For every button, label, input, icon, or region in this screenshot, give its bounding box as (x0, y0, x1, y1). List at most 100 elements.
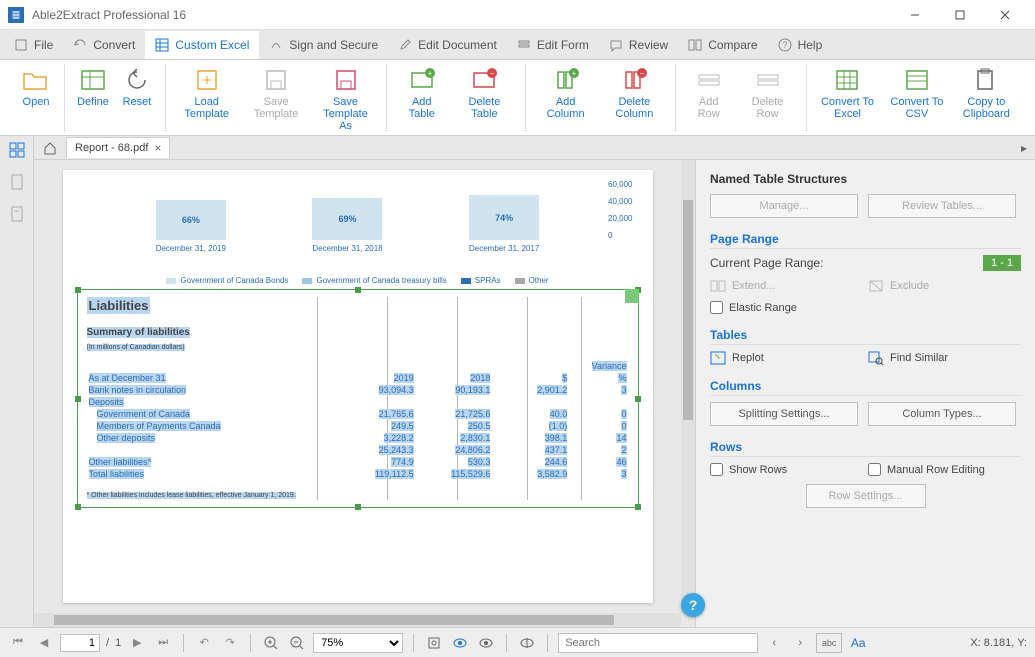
extend-button[interactable]: Extend... (710, 279, 858, 293)
svg-text:+: + (427, 69, 432, 78)
copy-clipboard-button[interactable]: Copy to Clipboard (952, 64, 1021, 122)
side-panel: Named Table Structures Manage... Review … (695, 160, 1035, 627)
maximize-button[interactable] (937, 1, 982, 29)
table-row: Bank notes in circulation93,094.390,193.… (87, 384, 629, 396)
table-row: Deposits (87, 396, 629, 408)
save-template-as-button[interactable]: Save Template As (311, 64, 380, 134)
svg-text:−: − (640, 69, 645, 78)
reset-button[interactable]: Reset (115, 64, 159, 110)
delete-table-button[interactable]: −Delete Table (450, 64, 518, 122)
vertical-scrollbar[interactable] (681, 160, 695, 613)
menu-edit-doc[interactable]: Edit Document (388, 31, 507, 59)
table-row: Other deposits3,228.22,830.1398.114 (87, 432, 629, 444)
bar-2018: 69% (312, 198, 382, 240)
open-button[interactable]: Open (14, 64, 58, 110)
tables-label: Tables (710, 328, 1021, 345)
save-template-button: Save Template (241, 64, 310, 122)
splitting-settings-button[interactable]: Splitting Settings... (710, 402, 858, 426)
menu-help[interactable]: ?Help (768, 31, 833, 59)
panel-title: Named Table Structures (710, 172, 1021, 186)
exclude-button[interactable]: Exclude (868, 279, 1016, 293)
view-mode-2-icon[interactable] (450, 633, 470, 653)
horizontal-scrollbar[interactable] (34, 613, 681, 627)
search-next-icon[interactable]: › (790, 633, 810, 653)
page-prev-icon[interactable]: ◀ (34, 633, 54, 653)
status-bar: ⏮ ◀ / 1 ▶ ⏭ ↶ ↷ 75% ‹ › abc Aa X: 8.181,… (0, 627, 1035, 657)
convert-excel-button[interactable]: Convert To Excel (813, 64, 882, 122)
menu-review[interactable]: Review (599, 31, 678, 59)
column-types-button[interactable]: Column Types... (868, 402, 1016, 426)
page-total: 1 (115, 637, 121, 649)
svg-text:?: ? (782, 40, 787, 50)
add-table-button[interactable]: +Add Table (393, 64, 450, 122)
help-bubble-icon[interactable]: ? (681, 593, 705, 617)
elastic-range-checkbox[interactable]: Elastic Range (710, 301, 1021, 314)
define-button[interactable]: Define (71, 64, 115, 110)
delete-column-button[interactable]: −Delete Column (600, 64, 669, 122)
view-mode-4-icon[interactable] (517, 633, 537, 653)
zoom-out-icon[interactable] (287, 633, 307, 653)
view-mode-1-icon[interactable] (424, 633, 444, 653)
current-range-label: Current Page Range: (710, 256, 973, 270)
menu-custom-excel[interactable]: Custom Excel (145, 31, 259, 59)
search-case-icon[interactable]: abc (816, 633, 842, 653)
search-input[interactable] (558, 633, 758, 653)
doc-tab-bar: Report - 68.pdf × ▸ (34, 136, 1035, 160)
find-similar-button[interactable]: Find Similar (868, 351, 1016, 365)
section-note: (In millions of Canadian dollars) (87, 344, 185, 351)
cursor-coords: X: 8.181, Y: (970, 637, 1027, 649)
table-row: Other liabilities*774.9530.3244.646 (87, 456, 629, 468)
minimize-button[interactable] (892, 1, 937, 29)
columns-label: Columns (710, 379, 1021, 396)
search-text-icon[interactable]: Aa (848, 633, 868, 653)
rotate-ccw-icon[interactable]: ↶ (194, 633, 214, 653)
manual-row-checkbox[interactable]: Manual Row Editing (868, 463, 985, 476)
bookmarks-icon[interactable] (5, 170, 29, 194)
tabs-overflow-icon[interactable]: ▸ (1017, 141, 1031, 155)
add-row-button: Add Row (682, 64, 735, 122)
rotate-cw-icon[interactable]: ↷ (220, 633, 240, 653)
page-first-icon[interactable]: ⏮ (8, 633, 28, 653)
app-title: Able2Extract Professional 16 (32, 8, 892, 22)
bar-2017: 74% (469, 195, 539, 240)
home-icon[interactable] (38, 137, 62, 159)
document-page[interactable]: 60,000 40,000 20,000 0 66% 69% 74% (63, 170, 653, 603)
page-range-label: Page Range (710, 232, 1021, 249)
rows-label: Rows (710, 440, 1021, 457)
zoom-in-icon[interactable] (261, 633, 281, 653)
manage-button[interactable]: Manage... (710, 194, 858, 218)
row-settings-button[interactable]: Row Settings... (806, 484, 926, 508)
convert-csv-button[interactable]: Convert To CSV (882, 64, 951, 122)
view-mode-3-icon[interactable] (476, 633, 496, 653)
delete-row-button: Delete Row (735, 64, 800, 122)
load-template-button[interactable]: Load Template (172, 64, 241, 122)
menu-compare[interactable]: Compare (678, 31, 767, 59)
zoom-select[interactable]: 75% (313, 633, 403, 653)
ribbon: Open Define Reset Load Template Save Tem… (0, 60, 1035, 136)
menu-edit-form[interactable]: Edit Form (507, 31, 599, 59)
table-row: Government of Canada21,765.621,725.640.0… (87, 408, 629, 420)
replot-button[interactable]: Replot (710, 351, 858, 365)
add-column-button[interactable]: +Add Column (532, 64, 600, 122)
search-prev-icon[interactable]: ‹ (764, 633, 784, 653)
thumbnails-icon[interactable] (5, 138, 29, 162)
title-bar: Able2Extract Professional 16 (0, 0, 1035, 30)
doc-tab[interactable]: Report - 68.pdf × (66, 137, 170, 158)
attachments-icon[interactable] (5, 202, 29, 226)
close-button[interactable] (982, 1, 1027, 29)
liabilities-table: Variance As at December 3120192018$% Ban… (87, 360, 629, 480)
table-row: As at December 3120192018$% (87, 372, 629, 384)
page-current-input[interactable] (60, 634, 100, 652)
tab-close-icon[interactable]: × (154, 141, 161, 155)
show-rows-checkbox[interactable]: Show Rows (710, 463, 858, 476)
menu-bar: File Convert Custom Excel Sign and Secur… (0, 30, 1035, 60)
page-next-icon[interactable]: ▶ (127, 633, 147, 653)
doc-tab-label: Report - 68.pdf (75, 142, 148, 154)
left-rail (0, 136, 34, 627)
menu-file[interactable]: File (4, 31, 63, 59)
section-title: Liabilities (87, 297, 151, 314)
menu-sign[interactable]: Sign and Secure (259, 31, 388, 59)
menu-convert[interactable]: Convert (63, 31, 145, 59)
page-last-icon[interactable]: ⏭ (153, 633, 173, 653)
review-tables-button[interactable]: Review Tables... (868, 194, 1016, 218)
